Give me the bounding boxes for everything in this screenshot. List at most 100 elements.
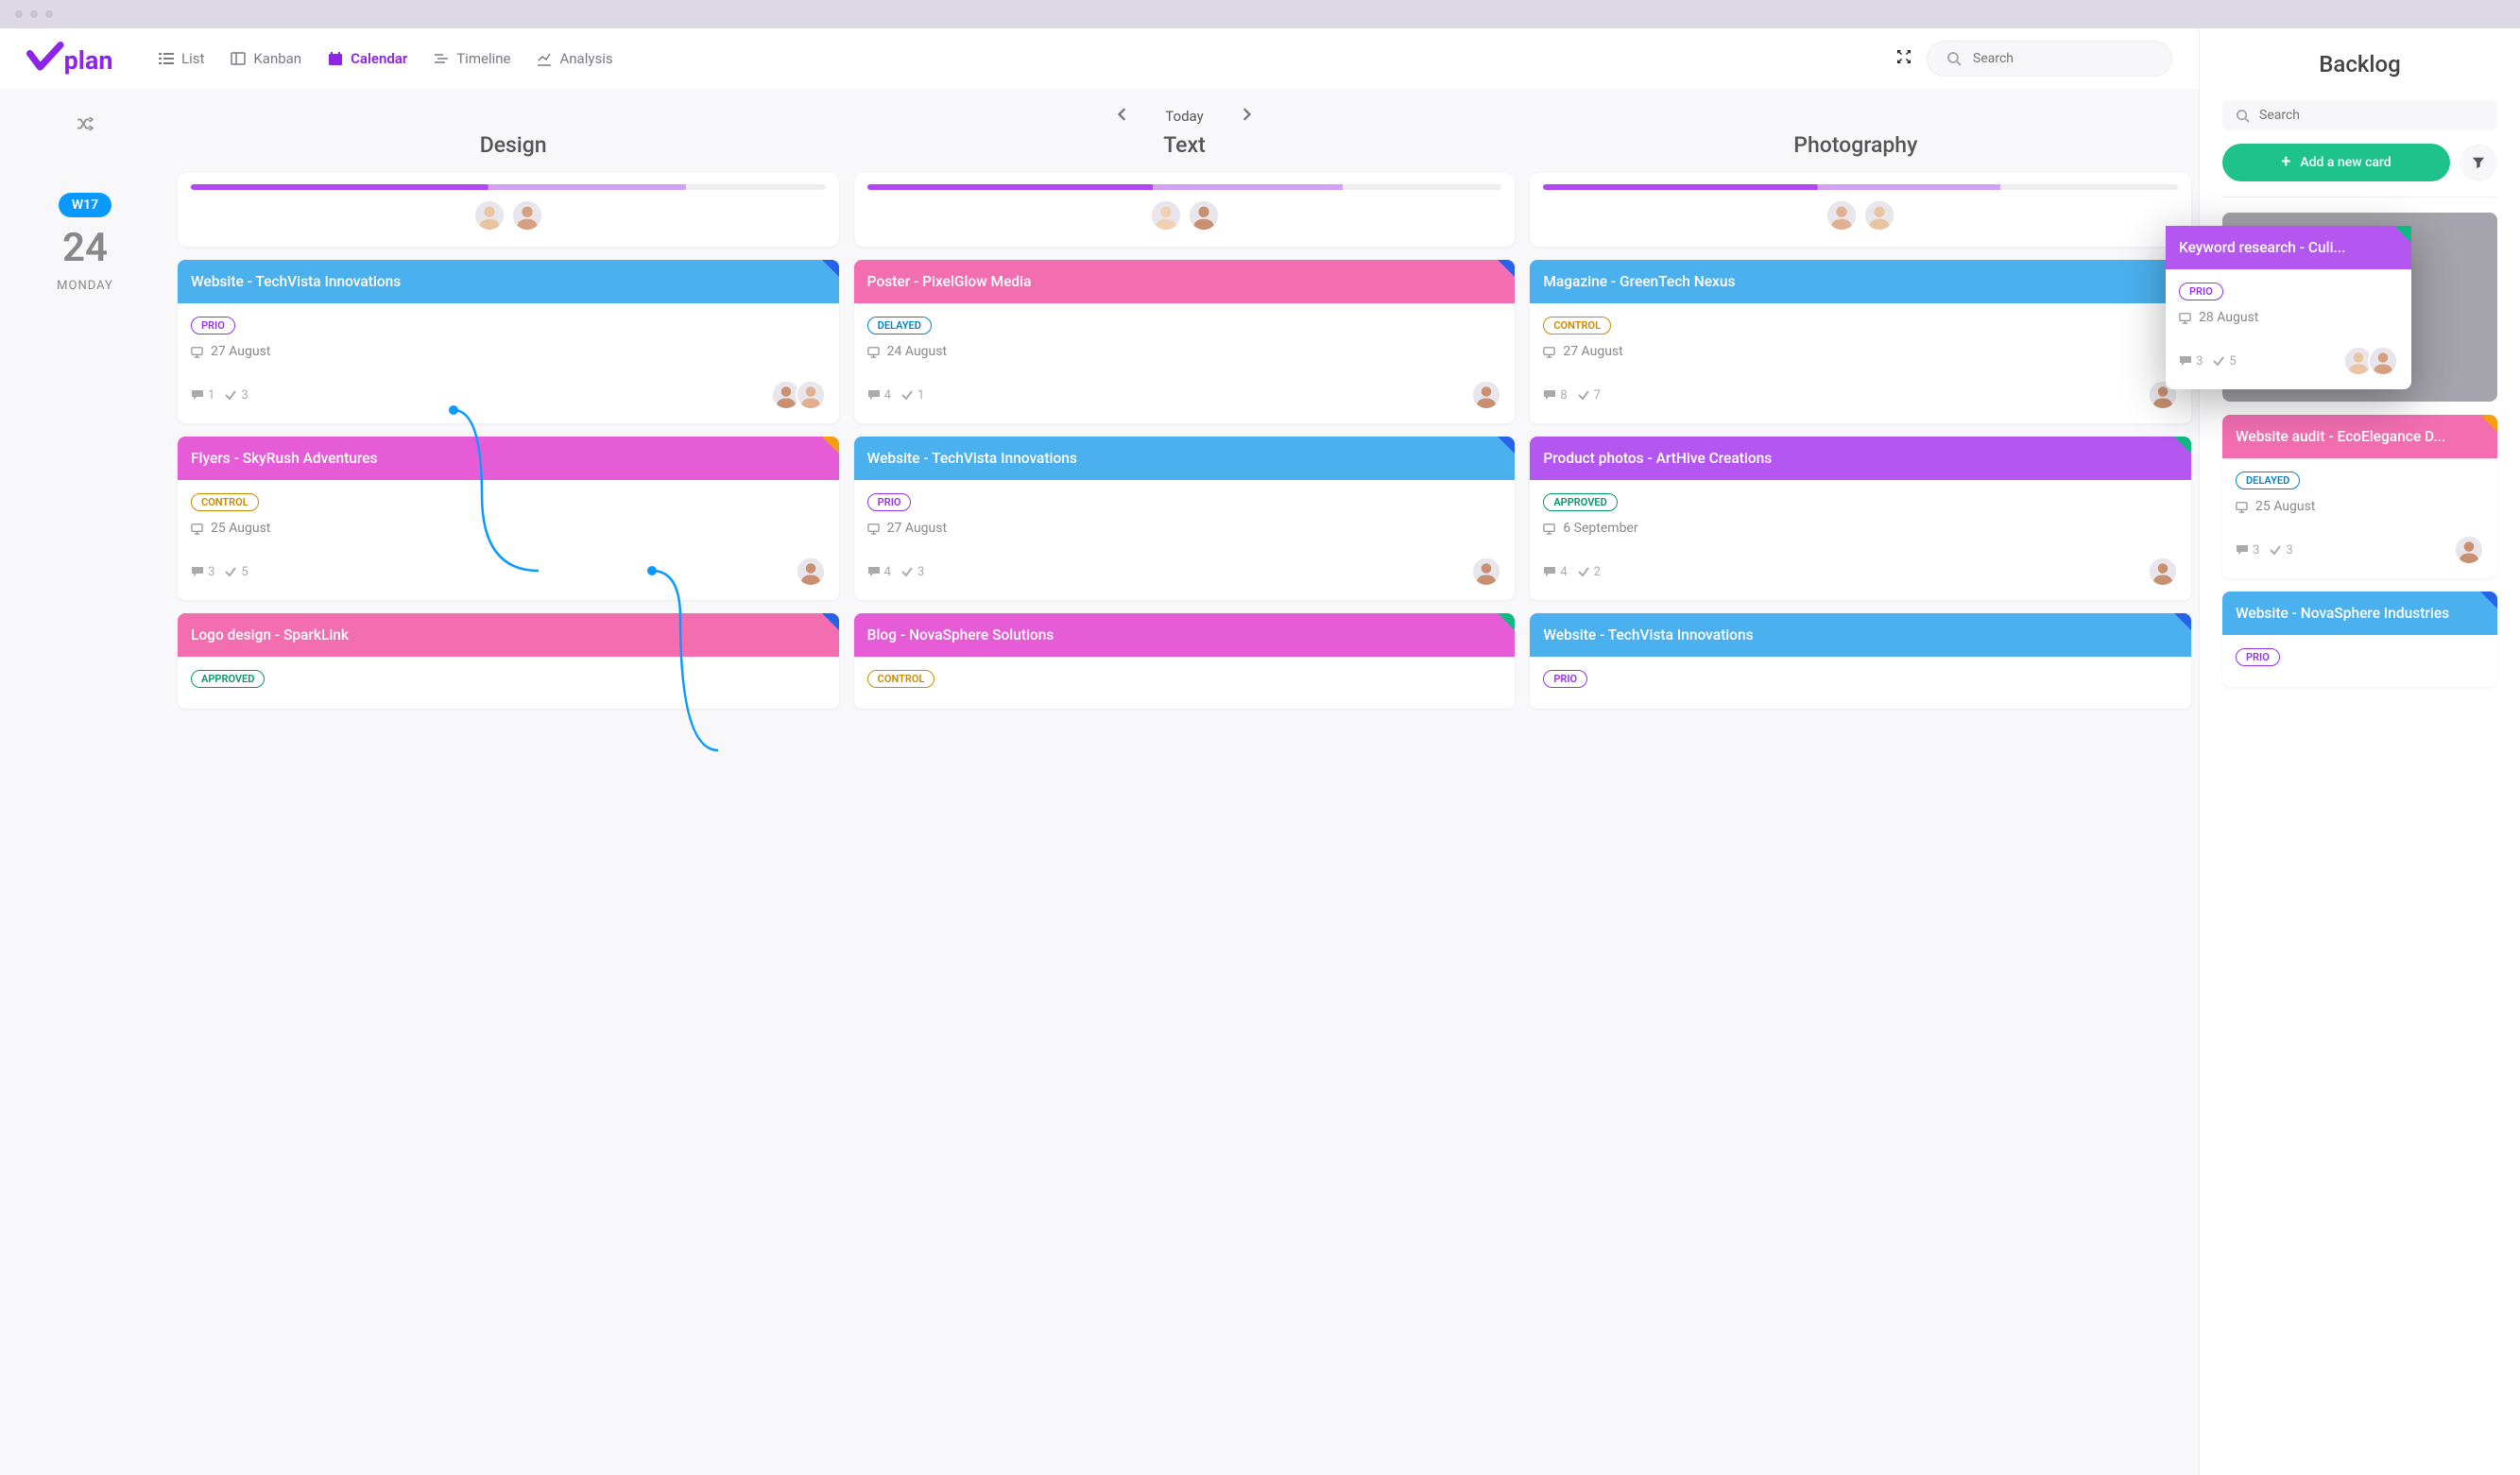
check-icon <box>2212 354 2225 368</box>
nav-kanban-label: Kanban <box>253 50 301 67</box>
window-dot <box>30 10 38 18</box>
nav-timeline[interactable]: Timeline <box>434 50 510 67</box>
nav-timeline-label: Timeline <box>456 50 510 67</box>
corner-tag <box>1498 437 1515 454</box>
card-date-row: 24 August <box>867 344 1502 359</box>
date-block: W17 24 MONDAY <box>57 193 113 293</box>
card-tag: PRIO <box>2236 648 2280 666</box>
plus-icon: + <box>2281 154 2290 171</box>
corner-tag <box>2174 437 2191 454</box>
chevron-left-icon <box>1118 108 1127 121</box>
card-title: Flyers - SkyRush Adventures <box>191 450 378 467</box>
nav-analysis[interactable]: Analysis <box>537 50 612 67</box>
column-header-card <box>854 173 1516 247</box>
card-header: Website - TechVista Innovations <box>178 260 839 303</box>
kanban-icon <box>231 51 246 66</box>
shuffle-button[interactable] <box>77 115 94 136</box>
filter-button[interactable] <box>2460 144 2497 181</box>
avatar <box>2148 557 2178 587</box>
card-tag: APPROVED <box>1543 493 1617 511</box>
nav-list-label: List <box>181 50 204 67</box>
task-card[interactable]: Website - TechVista Innovations PRIO 27 … <box>854 437 1516 600</box>
task-card[interactable]: Website audit - EcoElegance D... DELAYED… <box>2222 415 2497 578</box>
comment-count: 3 <box>2253 543 2259 557</box>
card-tag: DELAYED <box>867 317 932 334</box>
corner-tag <box>2480 415 2497 432</box>
check-count: 3 <box>917 565 924 579</box>
card-tag: APPROVED <box>191 670 265 688</box>
date-number: 24 <box>62 225 108 271</box>
task-card[interactable]: Website - TechVista Innovations PRIO <box>1530 613 2191 709</box>
comment-icon <box>867 388 881 402</box>
sidebar-search-input[interactable] <box>2259 108 2484 123</box>
comment-count: 8 <box>1560 388 1567 403</box>
card-title: Website audit - EcoElegance D... <box>2236 428 2445 445</box>
nav-list[interactable]: List <box>159 50 204 67</box>
card-stats: 3 5 <box>2179 354 2237 369</box>
sidebar-search[interactable] <box>2222 100 2497 130</box>
card-stats: 4 2 <box>1543 565 1601 579</box>
browser-chrome <box>0 0 2520 28</box>
corner-tag <box>2174 613 2191 630</box>
today-label[interactable]: Today <box>1165 108 1203 125</box>
task-card[interactable]: Blog - NovaSphere Solutions CONTROL <box>854 613 1516 709</box>
next-day-button[interactable] <box>1242 108 1251 125</box>
nav-analysis-label: Analysis <box>559 50 612 67</box>
card-title: Logo design - SparkLink <box>191 626 349 643</box>
task-card[interactable]: Website - NovaSphere Industries PRIO <box>2222 592 2497 687</box>
card-header: Logo design - SparkLink <box>178 613 839 657</box>
analysis-icon <box>537 51 552 66</box>
card-date: 27 August <box>1563 344 1622 359</box>
avatar <box>796 557 826 587</box>
expand-button[interactable] <box>1896 49 1911 68</box>
task-card[interactable]: Poster - PixelGlow Media DELAYED 24 Augu… <box>854 260 1516 423</box>
task-card[interactable]: Product photos - ArtHive Creations APPRO… <box>1530 437 2191 600</box>
task-card[interactable]: Flyers - SkyRush Adventures CONTROL 25 A… <box>178 437 839 600</box>
date-day-name: MONDAY <box>57 279 113 293</box>
card-title: Website - TechVista Innovations <box>867 450 1077 467</box>
search-main[interactable] <box>1927 41 2172 77</box>
presentation-icon <box>191 346 203 358</box>
task-card[interactable]: Magazine - GreenTech Nexus CONTROL 27 Au… <box>1530 260 2191 423</box>
check-icon <box>224 565 237 578</box>
card-tag: CONTROL <box>1543 317 1611 334</box>
column-title-design: Design <box>178 132 849 158</box>
card-date-row: 25 August <box>2236 499 2484 514</box>
add-card-button[interactable]: + Add a new card <box>2222 144 2450 181</box>
column-header-card <box>1530 173 2191 247</box>
sidebar-backlog: Backlog + Add a new card Keyword researc… <box>2199 28 2520 1475</box>
card-stats: 3 5 <box>191 565 249 579</box>
avatar <box>511 199 543 232</box>
task-card[interactable]: Website - TechVista Innovations PRIO 27 … <box>178 260 839 423</box>
task-card[interactable]: Logo design - SparkLink APPROVED <box>178 613 839 709</box>
card-title: Website - NovaSphere Industries <box>2236 605 2449 622</box>
check-count: 2 <box>1594 565 1601 579</box>
add-card-label: Add a new card <box>2300 155 2391 170</box>
search-icon <box>2236 109 2250 123</box>
card-date-row: 27 August <box>867 521 1502 536</box>
card-header: Flyers - SkyRush Adventures <box>178 437 839 480</box>
presentation-icon <box>867 346 880 358</box>
card-stats: 3 3 <box>2236 543 2293 557</box>
avatar <box>2454 535 2484 565</box>
corner-tag <box>2480 592 2497 609</box>
presentation-icon <box>2236 501 2248 513</box>
progress-bar <box>1543 184 2178 190</box>
presentation-icon <box>191 523 203 535</box>
comment-icon <box>1543 388 1556 402</box>
corner-tag <box>822 260 839 277</box>
dragging-card[interactable]: Keyword research - Culi... PRIO 28 Augus… <box>2166 226 2411 389</box>
card-stats: 4 1 <box>867 388 925 403</box>
prev-day-button[interactable] <box>1118 108 1127 125</box>
card-tag: PRIO <box>2179 283 2223 300</box>
board-column: Poster - PixelGlow Media DELAYED 24 Augu… <box>854 173 1516 709</box>
card-tag: CONTROL <box>191 493 259 511</box>
column-title-photography: Photography <box>1520 132 2191 158</box>
nav-calendar[interactable]: Calendar <box>328 50 407 67</box>
nav-kanban[interactable]: Kanban <box>231 50 301 67</box>
search-input[interactable] <box>1973 51 2152 66</box>
card-title: Magazine - GreenTech Nexus <box>1543 273 1735 290</box>
card-title: Blog - NovaSphere Solutions <box>867 626 1054 643</box>
comment-count: 4 <box>1560 565 1567 579</box>
board-column: Website - TechVista Innovations PRIO 27 … <box>178 173 839 709</box>
